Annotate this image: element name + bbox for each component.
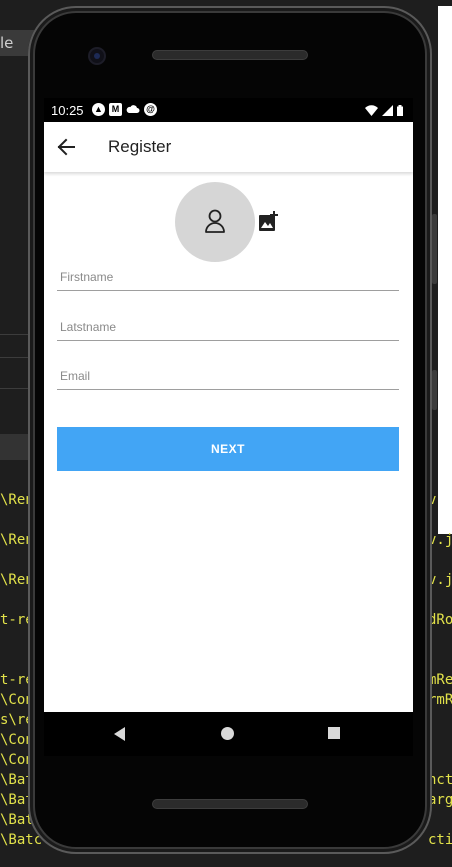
top-speaker — [152, 50, 308, 60]
ide-side-panel — [438, 6, 452, 534]
terminal-line: ctio — [428, 832, 452, 848]
add-photo-icon[interactable] — [258, 210, 280, 232]
nav-recents-icon[interactable] — [328, 727, 340, 739]
app-screen: 10:25 ▲ M @ Register Firstname Latstname… — [44, 98, 413, 712]
firstname-input[interactable] — [57, 266, 402, 288]
power-button — [432, 370, 437, 410]
terminal-line: \Batc — [0, 832, 43, 848]
volume-button — [432, 214, 437, 284]
front-camera — [90, 49, 104, 63]
status-bar: 10:25 ▲ M @ — [44, 98, 413, 122]
battery-icon — [397, 104, 403, 119]
user-icon — [205, 209, 225, 233]
cloud-icon — [126, 103, 140, 119]
page-title: Register — [108, 137, 172, 156]
status-time: 10:25 — [51, 103, 84, 118]
a-icon: ▲ — [92, 103, 105, 116]
system-icons — [365, 104, 403, 119]
app-bar: Register — [44, 122, 413, 172]
back-arrow-icon[interactable] — [56, 137, 78, 157]
firstname-field — [57, 266, 402, 291]
lastname-input[interactable] — [57, 316, 402, 338]
notification-icons: ▲ M @ — [92, 103, 157, 119]
bottom-speaker — [152, 799, 308, 809]
wifi-icon — [365, 104, 378, 119]
next-button[interactable]: NEXT — [57, 427, 399, 471]
sync-icon: @ — [144, 103, 157, 116]
email-input[interactable] — [57, 365, 402, 387]
m-icon: M — [109, 103, 122, 116]
email-field — [57, 365, 402, 390]
nav-back-icon[interactable] — [114, 727, 125, 741]
nav-home-icon[interactable] — [221, 727, 234, 740]
signal-icon — [382, 104, 393, 119]
navigation-bar — [44, 712, 413, 756]
avatar-placeholder[interactable] — [175, 182, 255, 262]
lastname-field — [57, 316, 402, 341]
